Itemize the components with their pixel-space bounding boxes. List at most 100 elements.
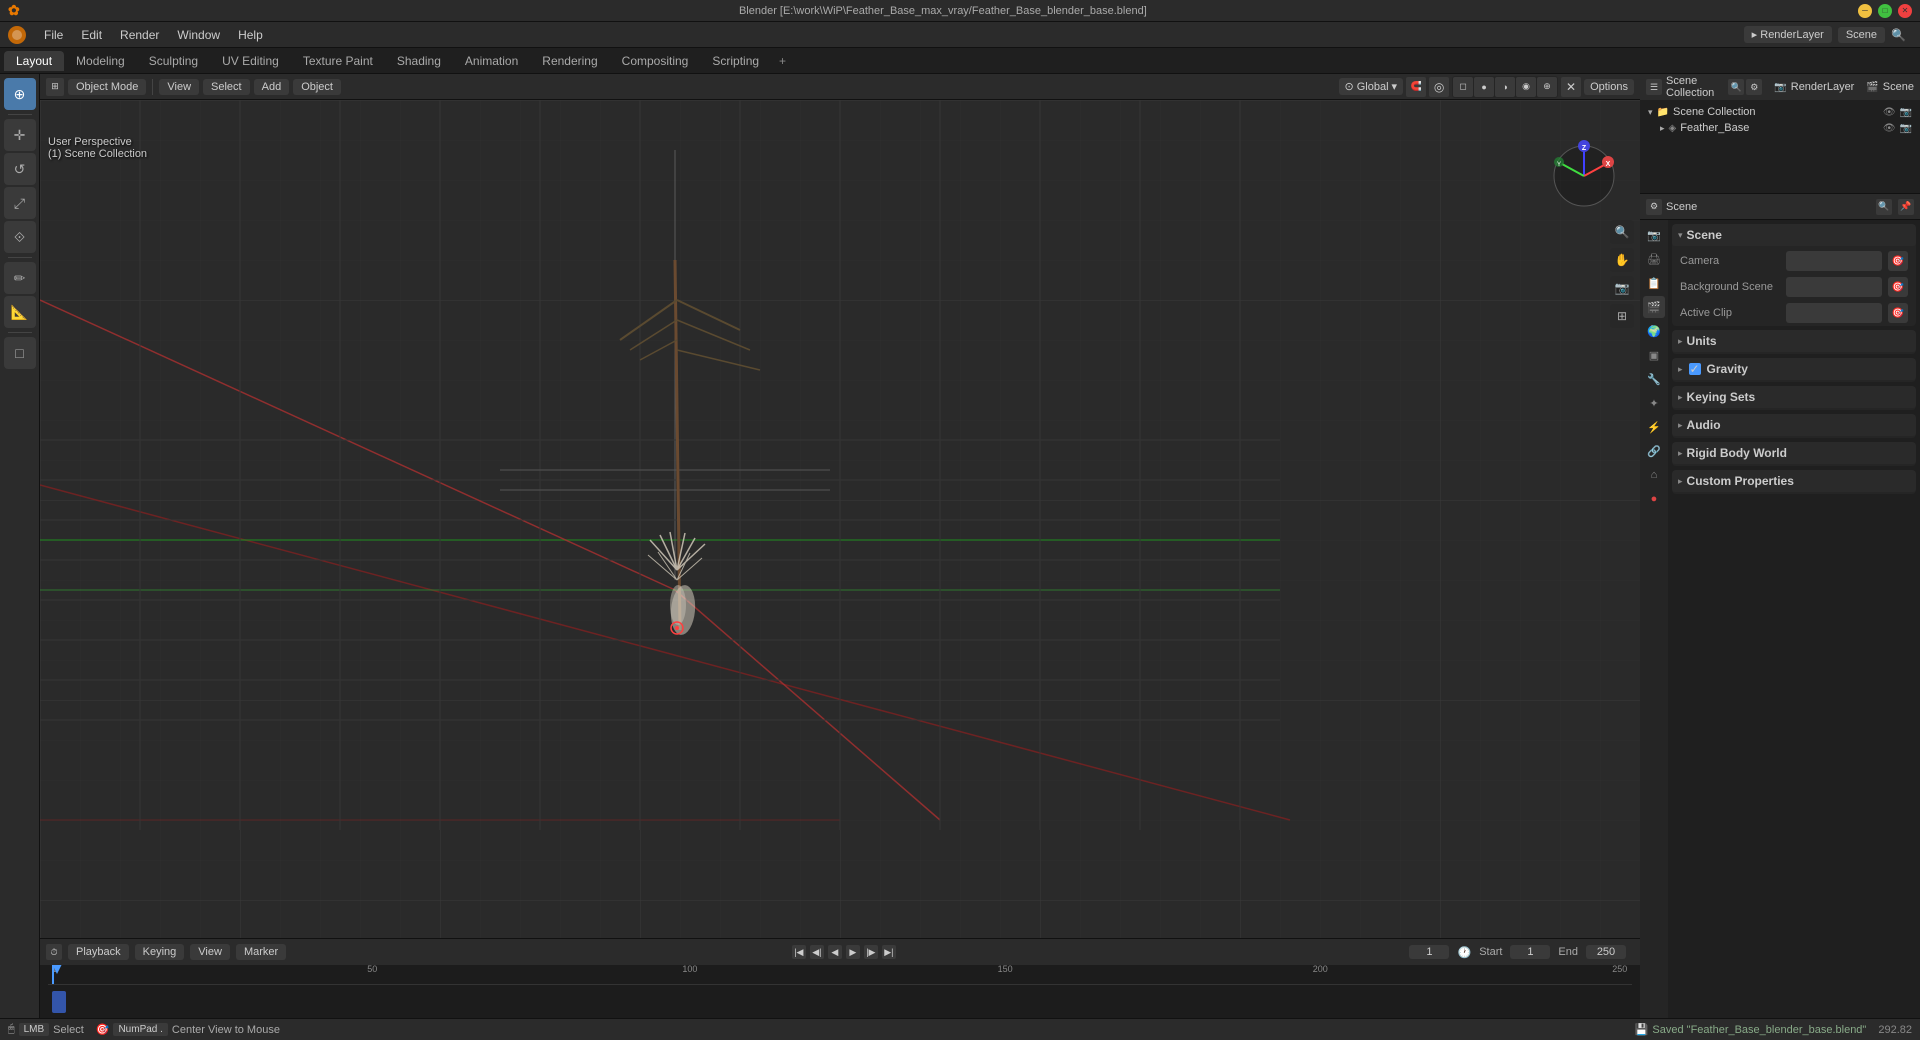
scene-selector[interactable]: Scene <box>1838 27 1885 43</box>
prop-icon-render[interactable]: 📷 <box>1643 224 1665 246</box>
tab-uv-editing[interactable]: UV Editing <box>210 51 291 71</box>
tool-measure[interactable]: 📐 <box>4 296 36 328</box>
units-section-header[interactable]: ▸ Units <box>1672 330 1916 352</box>
viewport[interactable]: ⊞ Object Mode View Select Add Object ⊙ G… <box>40 74 1640 938</box>
frame-1-marker[interactable] <box>52 991 66 1013</box>
viewport-shading-selector[interactable]: ⊙ Global ▾ <box>1339 78 1404 95</box>
view-menu[interactable]: View <box>159 79 199 95</box>
overlay-btn[interactable]: ⊕ <box>1537 77 1557 97</box>
tab-compositing[interactable]: Compositing <box>610 51 701 71</box>
camera-picker-btn[interactable]: 🎯 <box>1888 251 1908 271</box>
timeline-keying-menu[interactable]: Keying <box>135 944 185 960</box>
outliner-filter-btn[interactable]: 🔍 <box>1728 79 1744 95</box>
play-btn[interactable]: ▶ <box>846 945 860 959</box>
prop-icon-data[interactable]: ⌂ <box>1643 464 1665 486</box>
rigid-body-section-header[interactable]: ▸ Rigid Body World <box>1672 442 1916 464</box>
prop-icon-modifier[interactable]: 🔧 <box>1643 368 1665 390</box>
close-btn[interactable]: ✕ <box>1898 4 1912 18</box>
tool-scale[interactable]: ⤢ <box>4 187 36 219</box>
next-keyframe-btn[interactable]: |▶ <box>864 945 878 959</box>
viewport-perspective-toggle[interactable]: ⊞ <box>1610 304 1634 328</box>
scene-section-header[interactable]: ▾ Scene <box>1672 224 1916 246</box>
outliner-row-scene-collection[interactable]: ▾ 📁 Scene Collection 👁 📷 <box>1640 104 1920 120</box>
properties-pin-btn[interactable]: 📌 <box>1898 199 1914 215</box>
outliner-row-feather[interactable]: ▸ ◈ Feather_Base 👁 📷 <box>1640 120 1920 136</box>
timeline-marker-menu[interactable]: Marker <box>236 944 286 960</box>
tab-scripting[interactable]: Scripting <box>700 51 771 71</box>
prop-icon-viewlayer[interactable]: 📋 <box>1643 272 1665 294</box>
options-btn[interactable]: Options <box>1584 79 1634 95</box>
eye-icon[interactable]: 👁 <box>1883 107 1896 118</box>
end-frame-input[interactable]: 250 <box>1586 945 1626 959</box>
minimize-btn[interactable]: ─ <box>1858 4 1872 18</box>
tab-layout[interactable]: Layout <box>4 51 64 71</box>
prop-icon-material[interactable]: ● <box>1643 488 1665 510</box>
tab-texture-paint[interactable]: Texture Paint <box>291 51 385 71</box>
keying-sets-section-header[interactable]: ▸ Keying Sets <box>1672 386 1916 408</box>
active-clip-picker-btn[interactable]: 🎯 <box>1888 303 1908 323</box>
timeline-view-menu[interactable]: View <box>190 944 230 960</box>
tool-rotate[interactable]: ↺ <box>4 153 36 185</box>
prop-icon-world[interactable]: 🌍 <box>1643 320 1665 342</box>
gravity-section-header[interactable]: ▸ ✓ Gravity <box>1672 358 1916 380</box>
maximize-btn[interactable]: □ <box>1878 4 1892 18</box>
object-menu[interactable]: Object <box>293 79 341 95</box>
solid-btn[interactable]: ● <box>1474 77 1494 97</box>
menu-window[interactable]: Window <box>169 26 228 44</box>
properties-type-icon[interactable]: ⚙ <box>1646 199 1662 215</box>
tab-shading[interactable]: Shading <box>385 51 453 71</box>
tool-cursor[interactable]: ⊕ <box>4 78 36 110</box>
background-scene-value[interactable] <box>1786 277 1882 297</box>
rendered-btn[interactable]: ◉ <box>1516 77 1536 97</box>
tool-annotate[interactable]: ✏ <box>4 262 36 294</box>
tab-modeling[interactable]: Modeling <box>64 51 137 71</box>
tool-add-cube[interactable]: □ <box>4 337 36 369</box>
gravity-checkbox[interactable]: ✓ <box>1689 363 1701 375</box>
select-menu[interactable]: Select <box>203 79 250 95</box>
prop-icon-particles[interactable]: ✦ <box>1643 392 1665 414</box>
prop-icon-constraints[interactable]: 🔗 <box>1643 440 1665 462</box>
prop-icon-object[interactable]: ▣ <box>1643 344 1665 366</box>
viewport-zoom-search[interactable]: 🔍 <box>1610 220 1634 244</box>
tab-sculpting[interactable]: Sculpting <box>137 51 210 71</box>
viewport-pan[interactable]: ✋ <box>1610 248 1634 272</box>
feather-camera-icon[interactable]: 📷 <box>1900 123 1912 134</box>
viewport-canvas[interactable]: User Perspective (1) Scene Collection Z <box>40 100 1640 938</box>
audio-section-header[interactable]: ▸ Audio <box>1672 414 1916 436</box>
properties-search-btn[interactable]: 🔍 <box>1876 199 1892 215</box>
timeline-playback-menu[interactable]: Playback <box>68 944 129 960</box>
play-reverse-btn[interactable]: ◀ <box>828 945 842 959</box>
camera-icon-outline[interactable]: 📷 <box>1900 107 1912 118</box>
prev-keyframe-btn[interactable]: ◀| <box>810 945 824 959</box>
menu-edit[interactable]: Edit <box>73 26 110 44</box>
tool-transform[interactable]: ⟐ <box>4 221 36 253</box>
prop-icon-physics[interactable]: ⚡ <box>1643 416 1665 438</box>
engine-selector[interactable]: ▸ RenderLayer <box>1744 26 1832 43</box>
active-clip-value[interactable] <box>1786 303 1882 323</box>
jump-end-btn[interactable]: ▶| <box>882 945 896 959</box>
prop-icon-scene[interactable]: 🎬 <box>1643 296 1665 318</box>
tool-move[interactable]: ✛ <box>4 119 36 151</box>
current-frame-input[interactable]: 1 <box>1409 945 1449 959</box>
feather-eye-icon[interactable]: 👁 <box>1883 123 1896 134</box>
start-frame-input[interactable]: 1 <box>1510 945 1550 959</box>
jump-start-btn[interactable]: |◀ <box>792 945 806 959</box>
viewport-camera-view[interactable]: 📷 <box>1610 276 1634 300</box>
search-btn[interactable]: 🔍 <box>1891 28 1906 42</box>
menu-file[interactable]: File <box>36 26 71 44</box>
mode-selector[interactable]: Object Mode <box>68 79 146 95</box>
add-menu[interactable]: Add <box>254 79 290 95</box>
timeline-track[interactable]: 1 50 100 150 200 250 <box>40 965 1640 1018</box>
tab-rendering[interactable]: Rendering <box>530 51 609 71</box>
proportional-btn[interactable]: ◎ <box>1429 77 1449 97</box>
material-btn[interactable]: ◑ <box>1495 77 1515 97</box>
timeline-type-icon[interactable]: ⏱ <box>46 944 62 960</box>
menu-render[interactable]: Render <box>112 26 167 44</box>
wireframe-btn[interactable]: ◻ <box>1453 77 1473 97</box>
xray-btn[interactable]: ✕ <box>1561 77 1581 97</box>
viewport-type-icon[interactable]: ⊞ <box>46 78 64 96</box>
prop-icon-output[interactable]: 🖨 <box>1643 248 1665 270</box>
background-scene-picker-btn[interactable]: 🎯 <box>1888 277 1908 297</box>
menu-help[interactable]: Help <box>230 26 271 44</box>
tab-animation[interactable]: Animation <box>453 51 530 71</box>
